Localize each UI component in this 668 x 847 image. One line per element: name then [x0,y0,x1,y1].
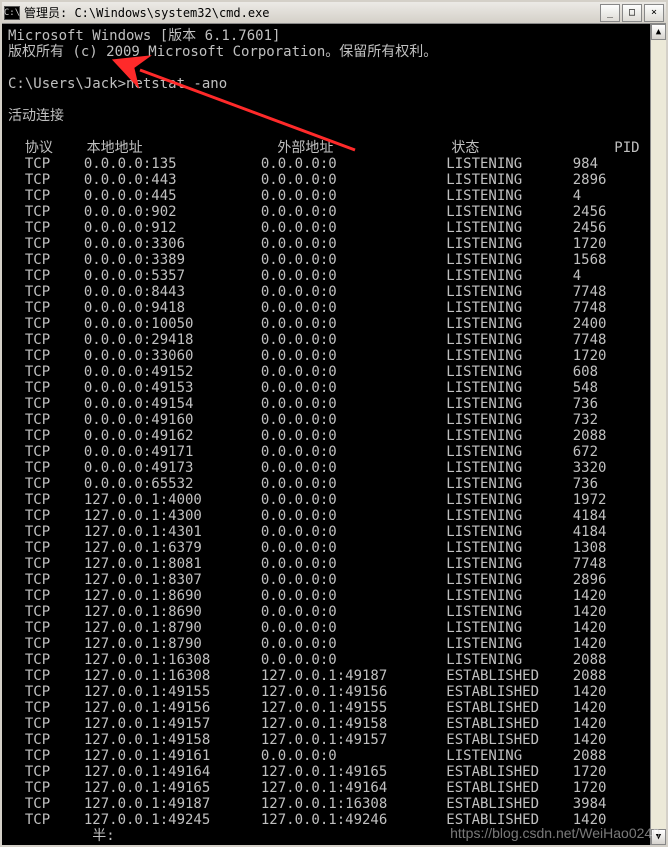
scroll-up-button[interactable]: ▲ [651,24,666,40]
close-button[interactable]: × [644,4,664,22]
scrollbar-vertical[interactable]: ▲ ▼ [650,24,666,845]
window-buttons: _ □ × [600,4,664,22]
window-title: 管理员: C:\Windows\system32\cmd.exe [24,4,600,21]
terminal-output[interactable]: Microsoft Windows [版本 6.1.7601] 版权所有 (c)… [2,24,666,845]
scroll-track[interactable] [651,40,666,829]
cmd-icon: C:\ [4,6,20,20]
titlebar[interactable]: C:\ 管理员: C:\Windows\system32\cmd.exe _ □… [2,2,666,24]
minimize-button[interactable]: _ [600,4,620,22]
watermark-text: https://blog.csdn.net/WeiHao0240 [450,825,660,841]
cmd-window: C:\ 管理员: C:\Windows\system32\cmd.exe _ □… [0,0,668,847]
maximize-button[interactable]: □ [622,4,642,22]
